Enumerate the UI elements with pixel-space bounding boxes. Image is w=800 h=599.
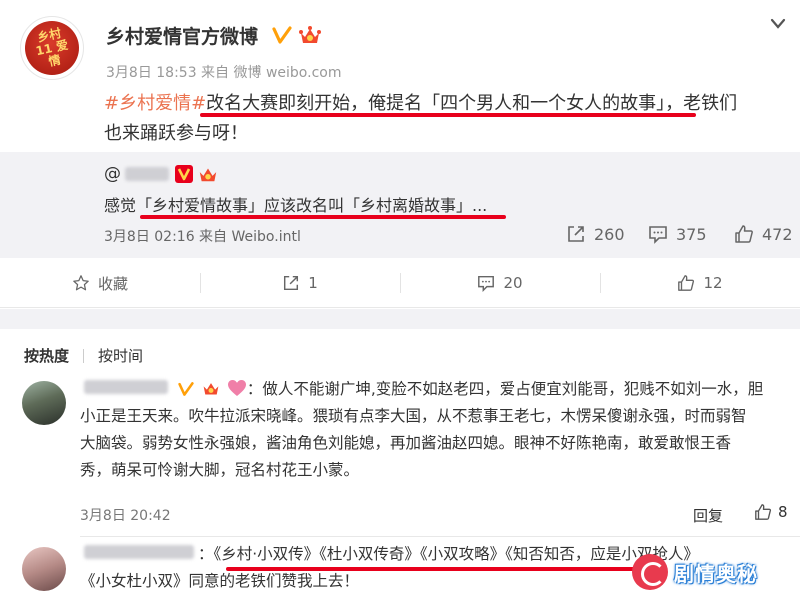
sort-by-time-tab[interactable]: 按时间 xyxy=(98,345,143,366)
favorite-button[interactable]: 收藏 xyxy=(0,258,200,308)
weibo-post: 乡村11 爱情 乡村爱情官方微博 3月8日 18:53 来自 微博 weibo.… xyxy=(0,0,800,152)
commenter-avatar[interactable] xyxy=(22,381,66,425)
comment-icon xyxy=(478,275,495,292)
vip-crown-icon xyxy=(199,168,217,182)
comment1-line3: 大脑袋。弱势女性永强娘，酱油角色刘能媳，再加酱油赵四媳。眼神不好陈艳南，敢爱敢恨… xyxy=(80,434,732,452)
highlight-underline xyxy=(140,215,506,219)
comment2-line2: 《小女杜小双》同意的老铁们赞我上去！ xyxy=(80,572,360,590)
like-count[interactable]: 472 xyxy=(734,224,793,244)
like-button[interactable]: 12 xyxy=(600,258,800,308)
repost-count[interactable]: 260 xyxy=(566,224,625,244)
highlight-underline xyxy=(226,567,666,571)
comment-count-value: 375 xyxy=(676,224,707,244)
comment-count[interactable]: 375 xyxy=(648,224,707,244)
comment-button[interactable]: 20 xyxy=(400,258,600,308)
comment-meta: 3月8日 20:42 xyxy=(80,508,171,524)
watermark: 剧情奥秘 xyxy=(632,552,796,592)
repost-count-value: 260 xyxy=(594,224,625,244)
comment-button-count: 20 xyxy=(503,274,523,292)
post-meta: 3月8日 18:53 来自 微博 weibo.com xyxy=(106,65,342,81)
comment2-line1: ：《乡村·小双传》《杜小双传奇》《小双攻略》《知否知否，应是小双抢人》 xyxy=(198,545,699,563)
reposted-weibo[interactable]: @ 感觉「乡村爱情故事」应该改名叫「乡村离婚故事」... 3月8日 02:16 … xyxy=(0,152,800,258)
share-icon xyxy=(284,275,299,291)
repost-text: 感觉「乡村爱情故事」应该改名叫「乡村离婚故事」... xyxy=(104,196,488,215)
comment1-line2: 小正是王天来。吹牛拉派宋晓峰。猥琐有点李大国，从不惹事王老七，木愣呆傻谢永强，时… xyxy=(80,407,747,425)
reply-button[interactable]: 回复 xyxy=(693,505,723,526)
blurred-username xyxy=(125,167,169,181)
blurred-username[interactable] xyxy=(84,545,194,559)
divider xyxy=(83,348,85,363)
verified-icon xyxy=(178,382,194,396)
repost-button[interactable]: 1 xyxy=(200,258,400,308)
topic-link[interactable]: #乡村爱情# xyxy=(104,93,206,114)
like-button-count: 12 xyxy=(703,274,723,292)
comment-sort: 按热度 按时间 xyxy=(24,345,143,366)
avatar-logo: 乡村11 爱情 xyxy=(19,15,85,81)
favorite-label: 收藏 xyxy=(97,274,128,293)
highlight-underline xyxy=(200,113,696,117)
avatar-logo-text: 乡村11 爱情 xyxy=(34,25,70,69)
post-text-line1: 改名大赛即刻开始，俺提名「四个男人和一个女人的故事」，老铁们 xyxy=(206,93,738,114)
action-bar: 收藏 1 20 12 xyxy=(0,258,800,308)
comment-like-button[interactable]: 8 xyxy=(754,503,788,521)
commenter-avatar[interactable] xyxy=(22,547,66,591)
user-avatar[interactable]: 乡村11 爱情 xyxy=(19,15,85,81)
comment-divider xyxy=(80,536,800,537)
red-v-icon xyxy=(175,165,193,183)
comment-text: ：做人不能谢广坤,变脸不如赵老四，爱占便宜刘能哥，犯贱不如刘一水，胆 小正是王天… xyxy=(80,376,780,484)
chevron-down-icon[interactable] xyxy=(770,18,786,30)
watermark-text: 剧情奥秘 xyxy=(674,561,758,586)
section-gap xyxy=(0,309,800,329)
repost-button-count: 1 xyxy=(308,274,318,292)
vip-crown-icon xyxy=(203,383,219,395)
post-text: #乡村爱情#改名大赛即刻开始，俺提名「四个男人和一个女人的故事」，老铁们 也来踊… xyxy=(104,89,784,149)
mention-prefix: @ xyxy=(104,164,121,184)
watermark-logo-icon xyxy=(632,554,668,590)
blurred-username[interactable] xyxy=(84,380,168,394)
comment1-line1: ：做人不能谢广坤,变脸不如赵老四，爱占便宜刘能哥，犯贱不如刘一水，胆 xyxy=(246,380,764,398)
comment1-line4: 秀，萌呆可怜谢大脚，冠名村花王小蒙。 xyxy=(80,461,360,479)
sort-by-hot-tab[interactable]: 按热度 xyxy=(24,345,69,366)
star-icon xyxy=(73,275,89,291)
repost-author[interactable]: @ xyxy=(104,164,219,184)
user-name[interactable]: 乡村爱情官方微博 xyxy=(106,22,258,49)
comment-like-count: 8 xyxy=(778,503,788,521)
thumbs-up-icon xyxy=(755,504,772,520)
thumbs-up-icon xyxy=(678,275,695,291)
post-text-line2: 也来踊跃参与呀！ xyxy=(104,123,248,144)
thumbs-up-icon xyxy=(735,225,753,243)
like-count-value: 472 xyxy=(762,224,793,244)
repost-meta: 3月8日 02:16 来自 Weibo.intl xyxy=(104,229,301,245)
share-icon xyxy=(568,226,584,242)
vip-crown-icon xyxy=(299,26,321,43)
comment-icon xyxy=(649,226,667,244)
verified-icon xyxy=(272,26,292,44)
heart-icon xyxy=(227,380,246,396)
